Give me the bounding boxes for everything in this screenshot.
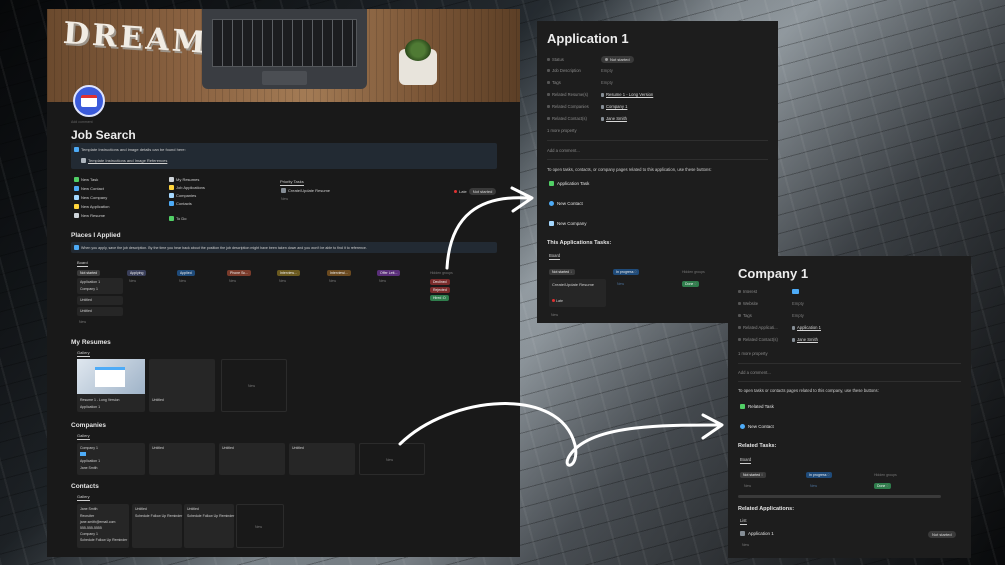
arrow-to-company: [398, 402, 720, 467]
annotation-arrows: [398, 186, 724, 467]
arrowhead-icon: [510, 186, 534, 213]
